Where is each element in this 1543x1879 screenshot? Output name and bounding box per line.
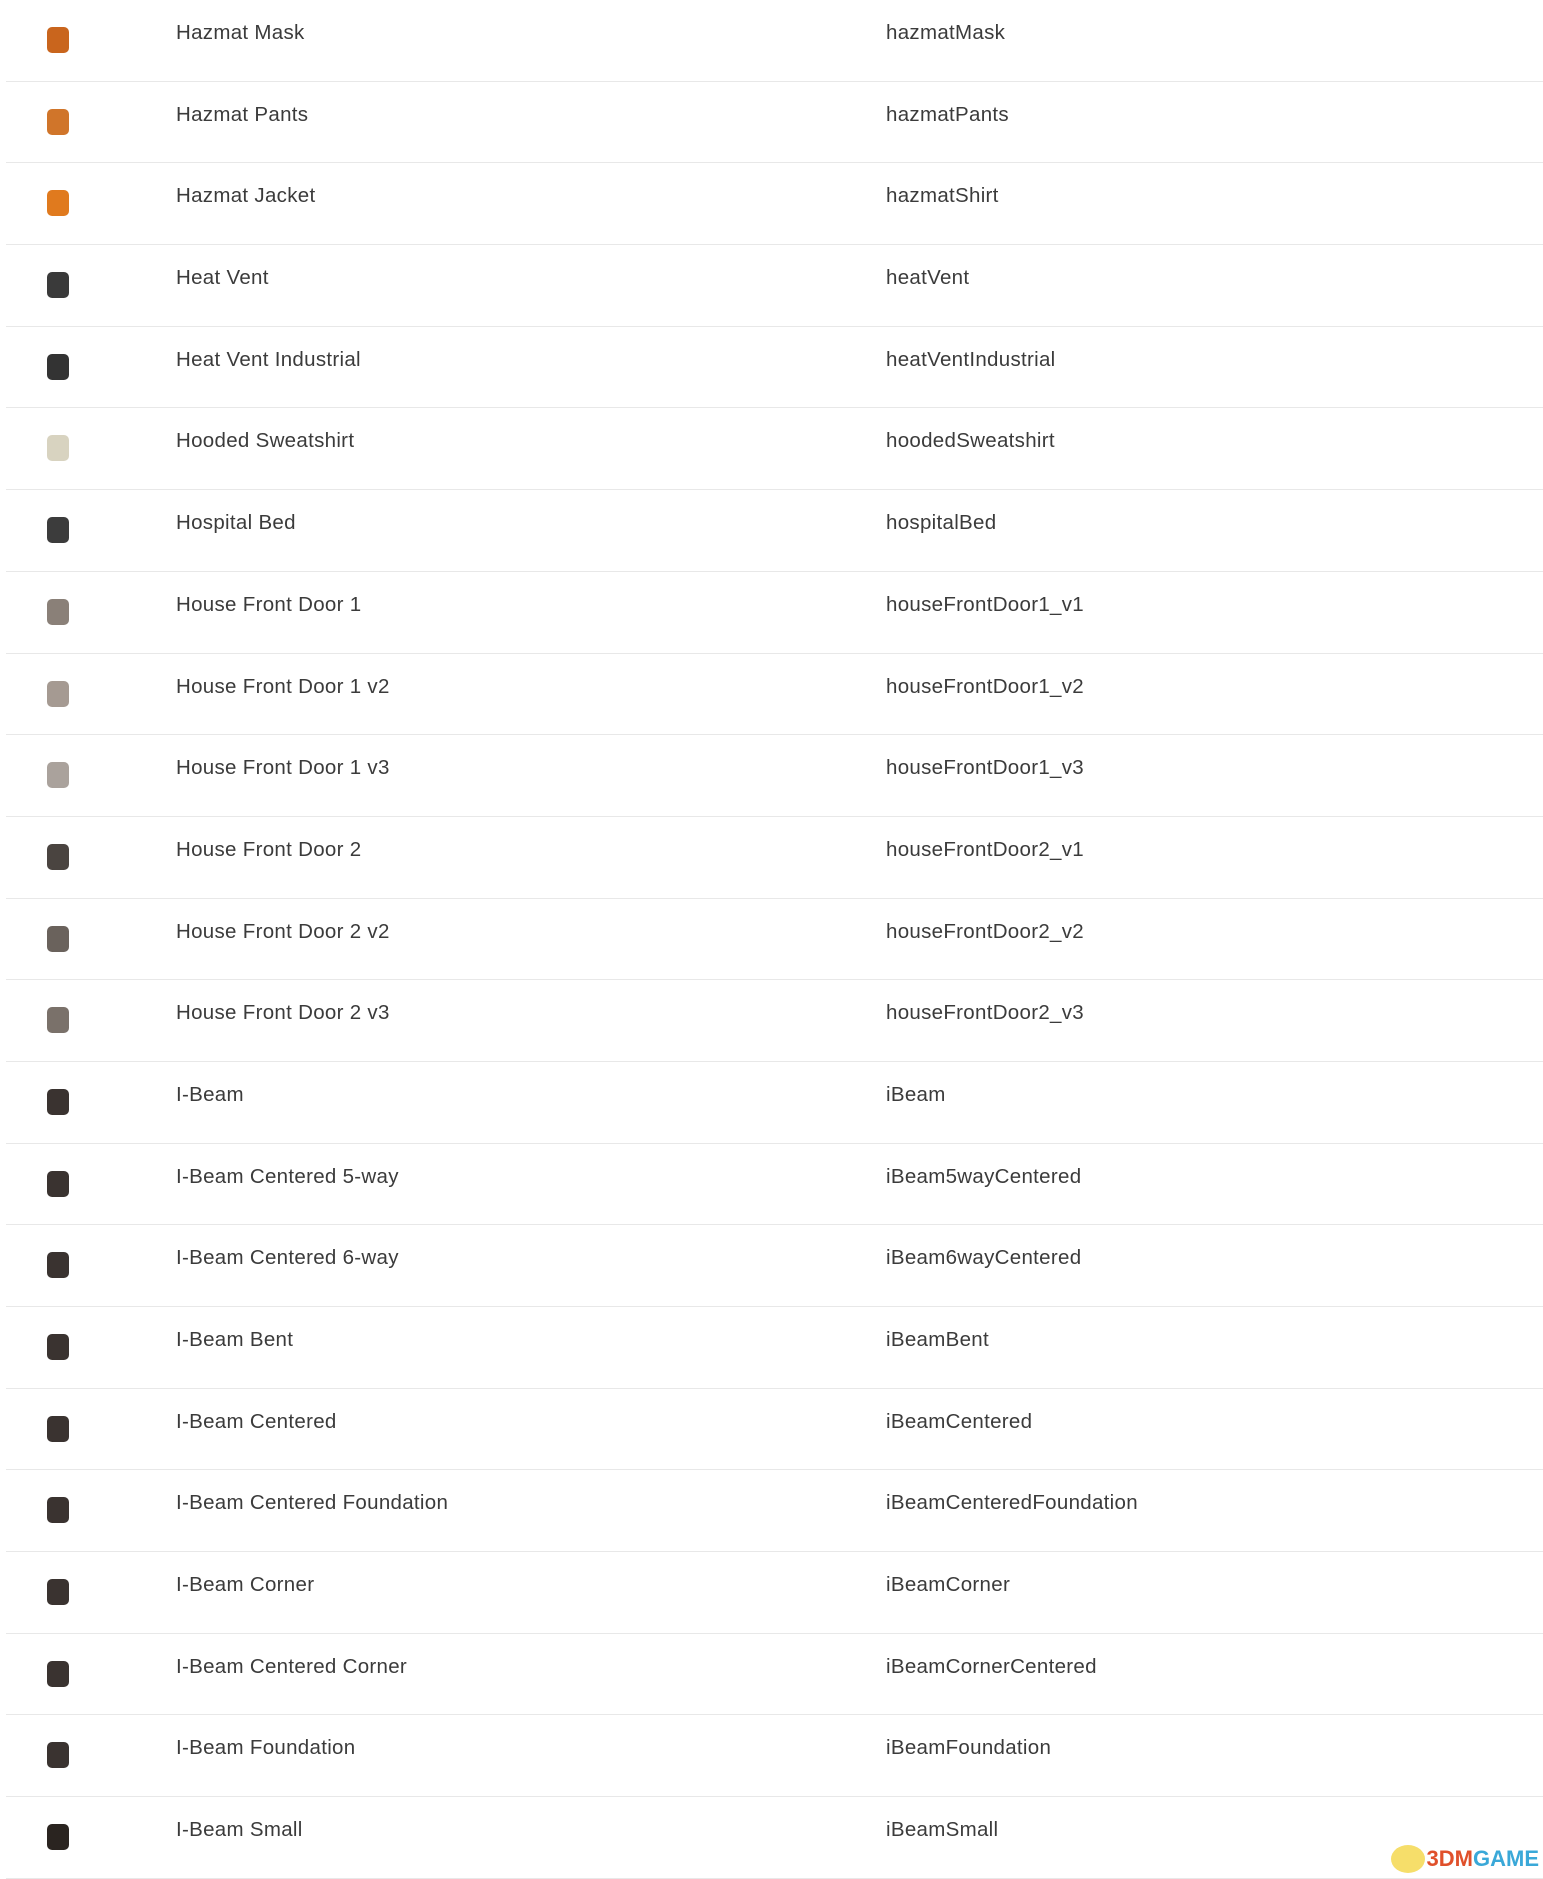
table-row: Hospital Bed hospitalBed [6, 490, 1543, 572]
item-name: I-Beam Bent [176, 1328, 294, 1351]
i-beam-icon [40, 1329, 76, 1365]
item-id: iBeam6wayCentered [886, 1246, 1082, 1270]
item-id: hazmatPants [886, 102, 1009, 126]
table-row: I-Beam Small iBeamSmall [6, 1797, 1543, 1879]
hooded-sweatshirt-icon [40, 430, 76, 466]
table-row: Hazmat Jacket hazmatShirt [6, 163, 1543, 246]
table-row: House Front Door 1 v2 houseFrontDoor1_v2 [6, 654, 1543, 736]
item-name: I-Beam Centered Corner [176, 1654, 408, 1678]
table-row: Hooded Sweatshirt hoodedSweatshirt [6, 408, 1543, 491]
item-id: iBeam5wayCentered [886, 1164, 1082, 1188]
table-row: I-Beam Foundation iBeamFoundation [6, 1715, 1543, 1798]
table-row: I-Beam Centered 5-way iBeam5wayCentered [6, 1144, 1543, 1226]
table-row: House Front Door 1 houseFrontDoor1_v1 [6, 572, 1543, 654]
item-id: iBeamCenteredFoundation [886, 1491, 1138, 1515]
i-beam-icon [40, 1166, 76, 1202]
item-id: hospitalBed [886, 511, 997, 535]
table-row: I-Beam Corner iBeamCorner [6, 1552, 1543, 1634]
item-name: House Front Door 1 v3 [176, 756, 390, 780]
table-row: House Front Door 2 v3 houseFrontDoor2_v3 [6, 980, 1543, 1062]
table-row: Heat Vent Industrial heatVentIndustrial [6, 327, 1543, 409]
item-id: iBeamCornerCentered [886, 1654, 1097, 1678]
item-name: Hospital Bed [176, 511, 296, 535]
item-id: iBeam [886, 1082, 946, 1106]
i-beam-icon [40, 1819, 76, 1855]
item-name: House Front Door 1 v2 [176, 674, 390, 698]
item-id: iBeamCorner [886, 1573, 1011, 1597]
hazmat-mask-icon [40, 22, 76, 58]
watermark-part2: GAME [1473, 1846, 1539, 1871]
table-row: House Front Door 2 v2 houseFrontDoor2_v2 [6, 899, 1543, 981]
i-beam-icon [40, 1247, 76, 1283]
item-id: iBeamSmall [886, 1818, 999, 1842]
item-id: heatVentIndustrial [886, 347, 1056, 371]
item-id: heatVent [886, 266, 970, 290]
hazmat-pants-icon [40, 104, 76, 140]
item-name: Heat Vent [176, 266, 269, 290]
item-id: houseFrontDoor1_v1 [886, 592, 1084, 616]
watermark-part1: 3DM [1426, 1846, 1473, 1871]
i-beam-icon [40, 1492, 76, 1528]
i-beam-icon [40, 1737, 76, 1773]
item-name: I-Beam Centered 6-way [176, 1246, 399, 1270]
door-icon [40, 594, 76, 630]
item-name: I-Beam Small [176, 1818, 303, 1842]
i-beam-icon [40, 1656, 76, 1692]
table-row: I-Beam Centered Corner iBeamCornerCenter… [6, 1634, 1543, 1716]
table-row: I-Beam Centered 6-way iBeam6wayCentered [6, 1225, 1543, 1307]
door-icon [40, 676, 76, 712]
item-name: I-Beam Centered Foundation [176, 1491, 449, 1515]
i-beam-icon [40, 1574, 76, 1610]
item-id: houseFrontDoor2_v1 [886, 837, 1084, 861]
item-id: iBeamCentered [886, 1409, 1033, 1433]
table-row: House Front Door 2 houseFrontDoor2_v1 [6, 817, 1543, 899]
item-name: I-Beam Corner [176, 1573, 315, 1597]
item-name: Hazmat Mask [176, 21, 305, 44]
item-id: iBeamBent [886, 1328, 989, 1351]
table-row: House Front Door 1 v3 houseFrontDoor1_v3 [6, 735, 1543, 817]
item-name: I-Beam Centered 5-way [176, 1164, 399, 1188]
item-name: Hazmat Pants [176, 102, 309, 126]
item-id: iBeamFoundation [886, 1736, 1052, 1760]
table-row: I-Beam Centered iBeamCentered [6, 1389, 1543, 1471]
item-name: I-Beam Foundation [176, 1736, 356, 1760]
item-id: houseFrontDoor1_v3 [886, 756, 1084, 780]
item-name: House Front Door 2 v3 [176, 1001, 390, 1025]
table-row: Hazmat Mask hazmatMask [6, 0, 1543, 82]
item-name: House Front Door 2 [176, 837, 362, 861]
table-row: I-Beam iBeam [6, 1062, 1543, 1144]
door-icon [40, 757, 76, 793]
item-name: House Front Door 1 [176, 592, 362, 616]
table-row: Hazmat Pants hazmatPants [6, 82, 1543, 164]
heat-vent-icon [40, 267, 76, 303]
table-row: I-Beam Bent iBeamBent [6, 1307, 1543, 1389]
table-row: Heat Vent heatVent [6, 245, 1543, 327]
item-id: houseFrontDoor2_v3 [886, 1001, 1084, 1025]
door-icon [40, 1002, 76, 1038]
item-name: Hooded Sweatshirt [176, 429, 355, 453]
door-icon [40, 839, 76, 875]
hospital-bed-icon [40, 512, 76, 548]
item-name: I-Beam Centered [176, 1409, 337, 1433]
i-beam-icon [40, 1411, 76, 1447]
table-row: I-Beam Centered Foundation iBeamCentered… [6, 1470, 1543, 1553]
item-name: Heat Vent Industrial [176, 347, 361, 371]
heat-vent-industrial-icon [40, 349, 76, 385]
item-id: houseFrontDoor1_v2 [886, 674, 1084, 698]
bird-mascot-icon [1390, 1845, 1425, 1873]
item-id: hazmatMask [886, 21, 1006, 44]
watermark-logo: 3DM GAME [1390, 1845, 1539, 1873]
item-id: hazmatShirt [886, 184, 999, 208]
item-table: Hazmat Mask hazmatMask Hazmat Pants hazm… [6, 0, 1543, 1879]
item-name: I-Beam [176, 1082, 244, 1106]
item-name: Hazmat Jacket [176, 184, 316, 208]
i-beam-icon [40, 1084, 76, 1120]
item-id: hoodedSweatshirt [886, 429, 1055, 453]
item-id: houseFrontDoor2_v2 [886, 919, 1084, 943]
door-icon [40, 921, 76, 957]
item-name: House Front Door 2 v2 [176, 919, 390, 943]
hazmat-jacket-icon [40, 185, 76, 221]
